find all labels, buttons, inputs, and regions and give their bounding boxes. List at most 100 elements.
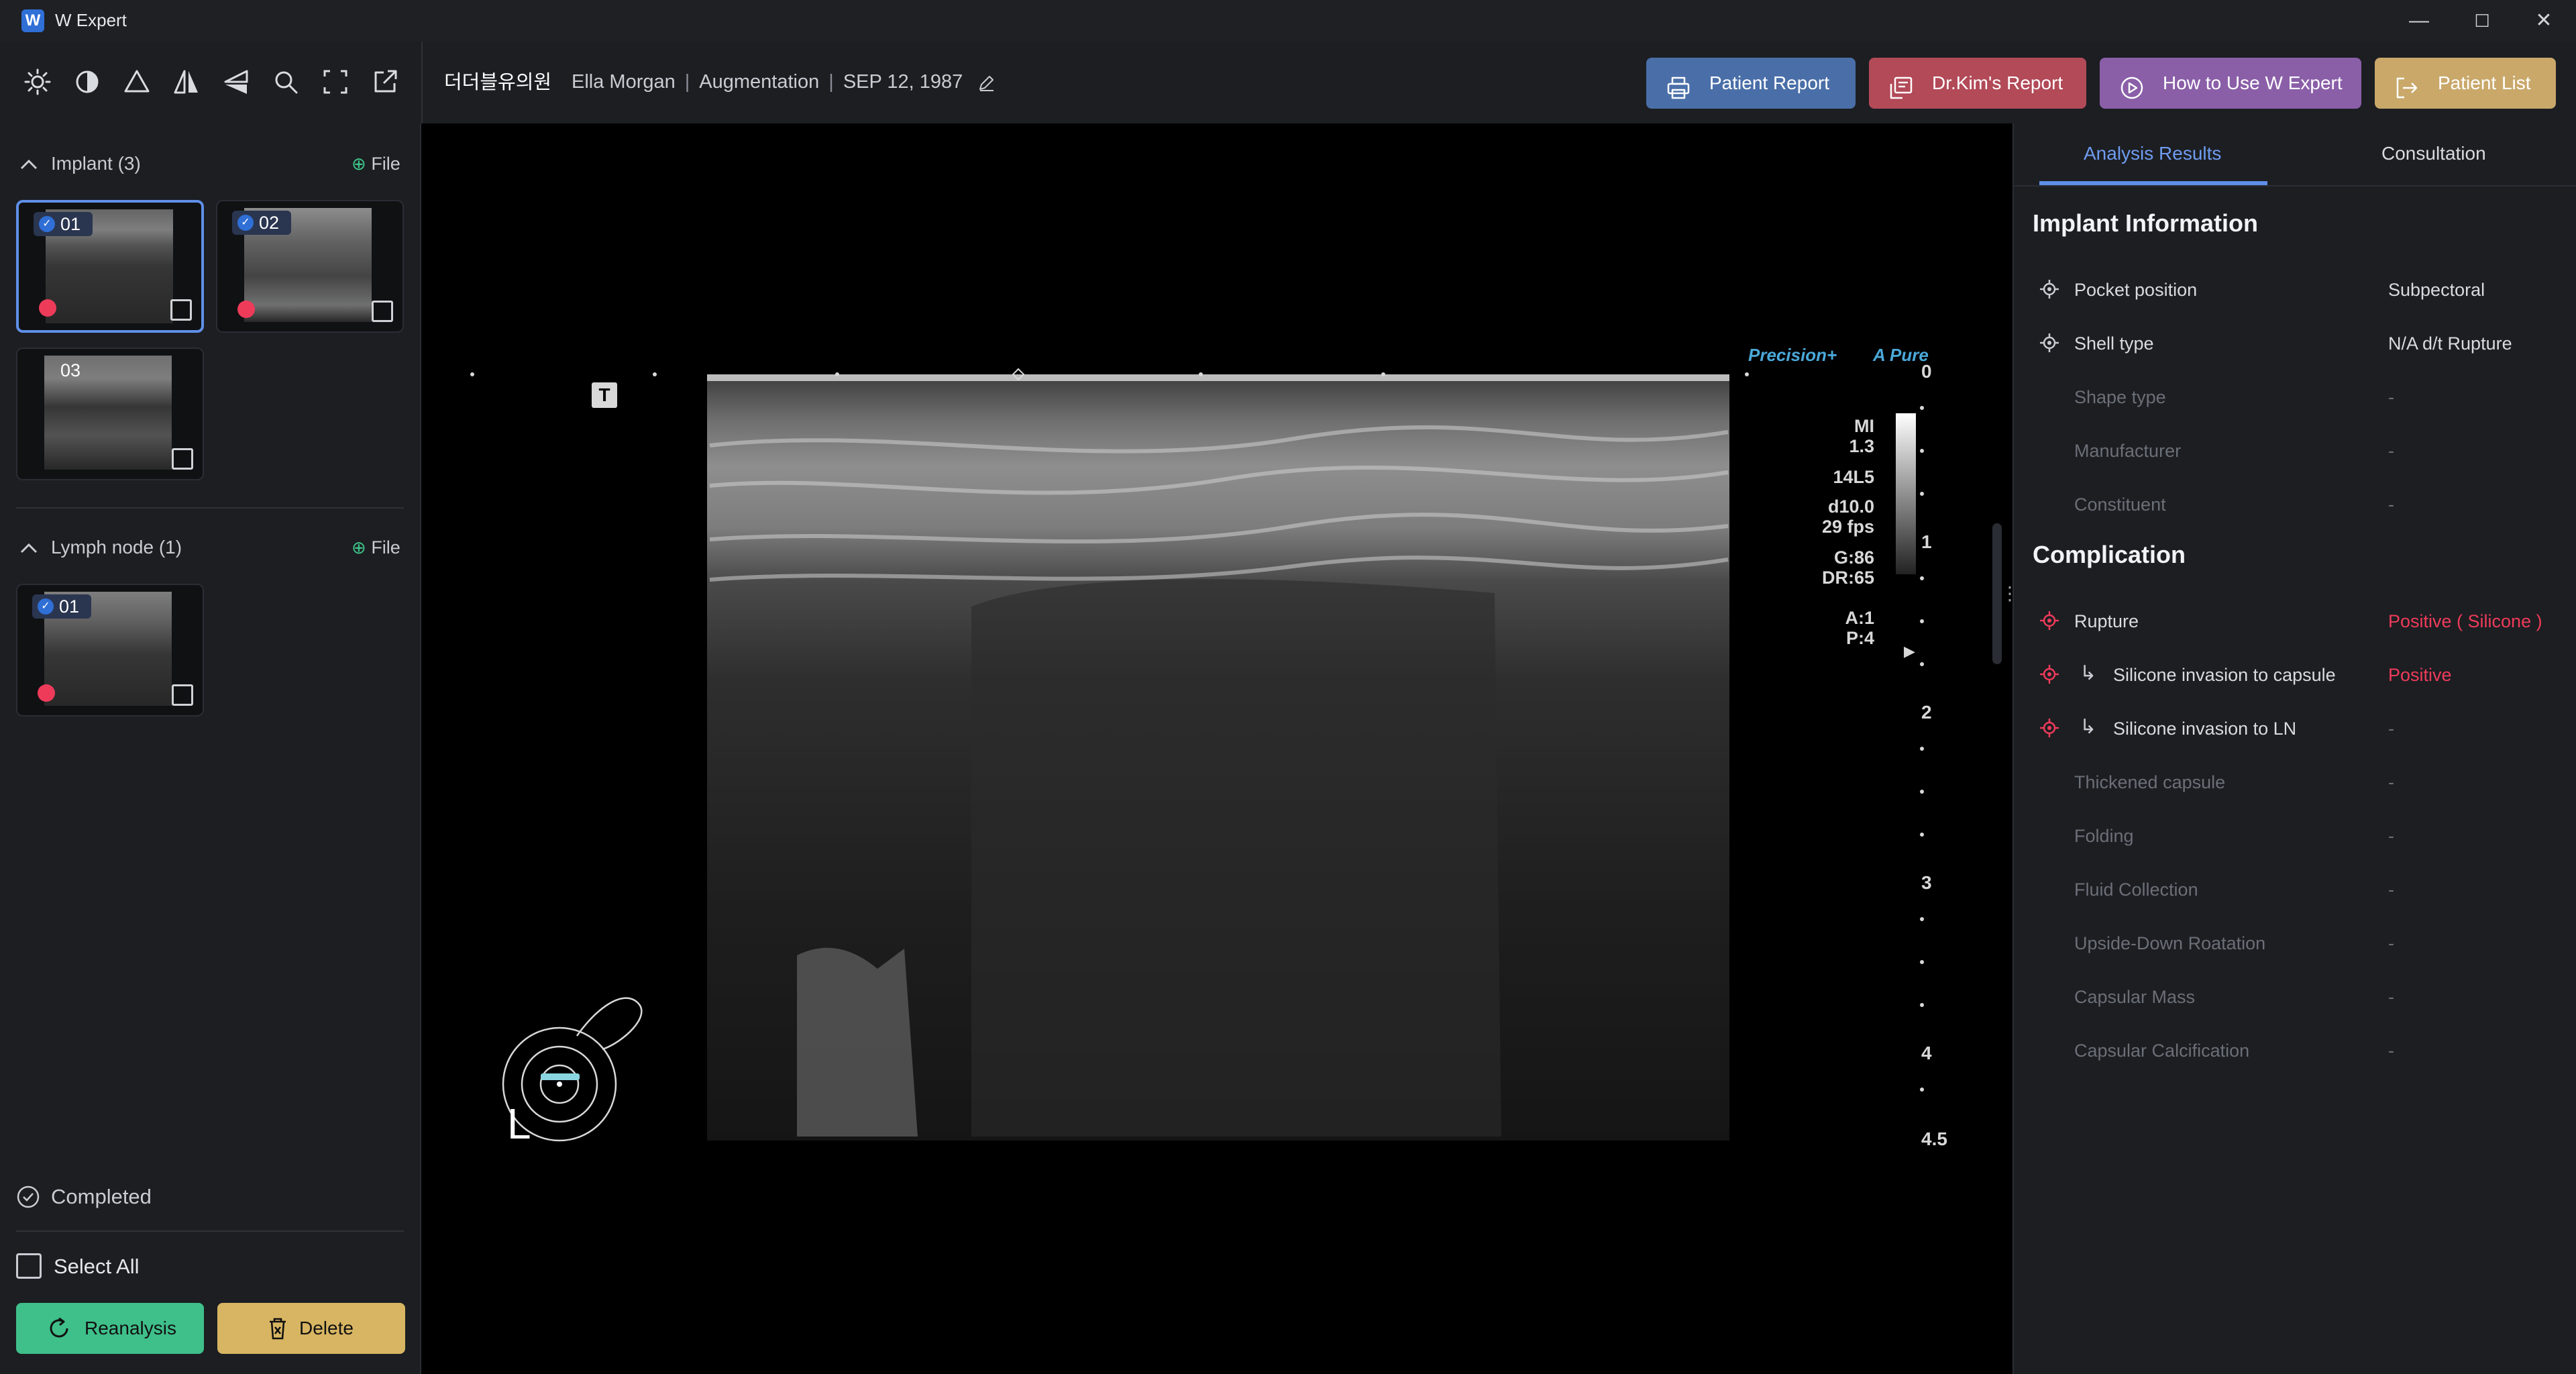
thumb-checkbox[interactable] bbox=[170, 299, 192, 321]
completed-label: Completed bbox=[51, 1185, 152, 1208]
complication-row: ↳ Silicone invasion to LN - bbox=[2026, 708, 2563, 749]
maximize-button[interactable]: ☐ bbox=[2455, 5, 2509, 36]
implant-row: Constituent - bbox=[2026, 484, 2563, 525]
complication-row: Thickened capsule - bbox=[2026, 762, 2563, 802]
ultrasound-image bbox=[470, 368, 1916, 1142]
implant-label: Implant bbox=[51, 153, 113, 174]
target-icon bbox=[2038, 331, 2061, 354]
implant-info-title: Implant Information bbox=[2033, 209, 2258, 237]
thumb-number: 01 bbox=[60, 214, 81, 234]
complication-row: Capsular Calcification - bbox=[2026, 1030, 2563, 1071]
triangle-icon[interactable] bbox=[119, 64, 154, 99]
implant-label: Pocket position bbox=[2074, 280, 2198, 300]
flag-dot bbox=[39, 299, 56, 317]
add-circle-icon: ⊕ bbox=[352, 154, 366, 174]
patient-list-button[interactable]: Patient List bbox=[2375, 58, 2556, 109]
complication-value: - bbox=[2388, 1041, 2394, 1061]
check-icon: ✓ bbox=[237, 215, 254, 231]
implant-label: Constituent bbox=[2074, 494, 2166, 515]
tab-consultation[interactable]: Consultation bbox=[2381, 137, 2486, 170]
implant-section-header[interactable]: Implant (3) bbox=[51, 150, 141, 177]
dr-report-button[interactable]: Dr.Kim's Report bbox=[1869, 58, 2086, 109]
implant-value: N/A d/t Rupture bbox=[2388, 333, 2512, 354]
param-mi-label: MI bbox=[1854, 416, 1874, 436]
complication-row: Folding - bbox=[2026, 816, 2563, 856]
lymph-section-header[interactable]: Lymph node (1) bbox=[51, 534, 182, 561]
fullscreen-icon[interactable] bbox=[318, 64, 353, 99]
target-icon bbox=[2038, 609, 2061, 632]
scan-params: MI 1.3 14L5 d10.0 29 fps G:86 DR:65 A:1 … bbox=[1794, 416, 1874, 648]
tab-analysis-results[interactable]: Analysis Results bbox=[2084, 137, 2221, 170]
implant-value: - bbox=[2388, 441, 2394, 461]
implant-label: Manufacturer bbox=[2074, 441, 2182, 461]
implant-count: (3) bbox=[117, 153, 141, 174]
play-icon bbox=[2118, 70, 2145, 99]
implant-value: - bbox=[2388, 387, 2394, 407]
param-mi-value: 1.3 bbox=[1849, 436, 1874, 456]
implant-row: Pocket position Subpectoral bbox=[2026, 270, 2563, 310]
implant-thumbnail-03[interactable]: 03 bbox=[16, 348, 204, 480]
patient-dob: SEP 12, 1987 bbox=[843, 71, 963, 93]
toolbar-divider bbox=[421, 42, 423, 123]
lymph-file-button[interactable]: ⊕ File bbox=[352, 534, 400, 561]
contrast-icon[interactable] bbox=[70, 64, 105, 99]
complication-label: Capsular Mass bbox=[2074, 987, 2196, 1007]
implant-value: Subpectoral bbox=[2388, 280, 2485, 300]
lymph-thumbnail-01[interactable]: ✓ 01 bbox=[16, 584, 204, 717]
complication-value: - bbox=[2388, 933, 2394, 953]
edit-icon[interactable] bbox=[976, 72, 996, 93]
focus-marker-icon: ▶ bbox=[1904, 643, 1915, 659]
procedure: Augmentation bbox=[699, 71, 820, 93]
chevron-up-icon[interactable] bbox=[17, 537, 40, 560]
thumb-number: 03 bbox=[60, 360, 81, 380]
complication-value: - bbox=[2388, 772, 2394, 792]
complication-label: Silicone invasion to capsule bbox=[2113, 665, 2336, 685]
app-title: W Expert bbox=[55, 10, 127, 30]
sub-arrow-icon: ↳ bbox=[2080, 662, 2097, 684]
implant-thumbnail-01[interactable]: ✓ 01 bbox=[16, 200, 204, 333]
select-all-checkbox[interactable] bbox=[16, 1253, 42, 1279]
param-a: A:1 bbox=[1845, 608, 1874, 628]
complication-row: Fluid Collection - bbox=[2026, 869, 2563, 910]
reanalysis-label: Reanalysis bbox=[85, 1318, 176, 1338]
complication-label: Silicone invasion to LN bbox=[2113, 719, 2297, 739]
flag-dot bbox=[237, 301, 255, 318]
complication-label: Thickened capsule bbox=[2074, 772, 2226, 792]
title-bar bbox=[0, 0, 2576, 42]
flip-vertical-icon[interactable] bbox=[219, 64, 254, 99]
complication-value: - bbox=[2388, 987, 2394, 1007]
patient-info: Ella Morgan | Augmentation | SEP 12, 1987 bbox=[572, 67, 996, 97]
ultrasound-viewer[interactable]: T Precision+ A Pure MI 1.3 14L5 d10.0 29… bbox=[421, 123, 2019, 1374]
sub-arrow-icon: ↳ bbox=[2080, 716, 2097, 738]
how-to-use-button[interactable]: How to Use W Expert bbox=[2100, 58, 2361, 109]
patient-report-button[interactable]: Patient Report bbox=[1646, 58, 1856, 109]
close-button[interactable]: ✕ bbox=[2517, 5, 2571, 36]
pure-logo: A Pure bbox=[1873, 345, 1929, 365]
add-circle-icon: ⊕ bbox=[352, 537, 366, 558]
reanalysis-button[interactable]: Reanalysis bbox=[16, 1303, 204, 1354]
printer-icon bbox=[1665, 70, 1692, 99]
export-icon[interactable] bbox=[368, 64, 402, 99]
thumb-number: 02 bbox=[259, 213, 280, 233]
chevron-up-icon[interactable] bbox=[17, 153, 40, 176]
complication-value: - bbox=[2388, 826, 2394, 846]
implant-row: Manufacturer - bbox=[2026, 431, 2563, 471]
complication-label: Capsular Calcification bbox=[2074, 1041, 2250, 1061]
check-icon: ✓ bbox=[39, 216, 55, 232]
thumb-checkbox[interactable] bbox=[172, 684, 193, 706]
target-icon bbox=[2038, 278, 2061, 301]
complication-row: Rupture Positive ( Silicone ) bbox=[2026, 601, 2563, 641]
delete-button[interactable]: Delete bbox=[217, 1303, 405, 1354]
implant-thumbnail-02[interactable]: ✓ 02 bbox=[216, 200, 404, 333]
text-marker-icon[interactable]: T bbox=[592, 382, 617, 408]
flip-horizontal-icon[interactable] bbox=[169, 64, 204, 99]
implant-file-button[interactable]: ⊕ File bbox=[352, 150, 400, 177]
brightness-icon[interactable] bbox=[20, 64, 55, 99]
target-icon bbox=[2038, 663, 2061, 686]
patient-name: Ella Morgan bbox=[572, 71, 676, 93]
zoom-icon[interactable] bbox=[268, 64, 303, 99]
thumb-checkbox[interactable] bbox=[372, 301, 393, 322]
thumb-checkbox[interactable] bbox=[172, 448, 193, 470]
exit-icon bbox=[2394, 70, 2420, 99]
minimize-button[interactable]: — bbox=[2392, 5, 2446, 36]
